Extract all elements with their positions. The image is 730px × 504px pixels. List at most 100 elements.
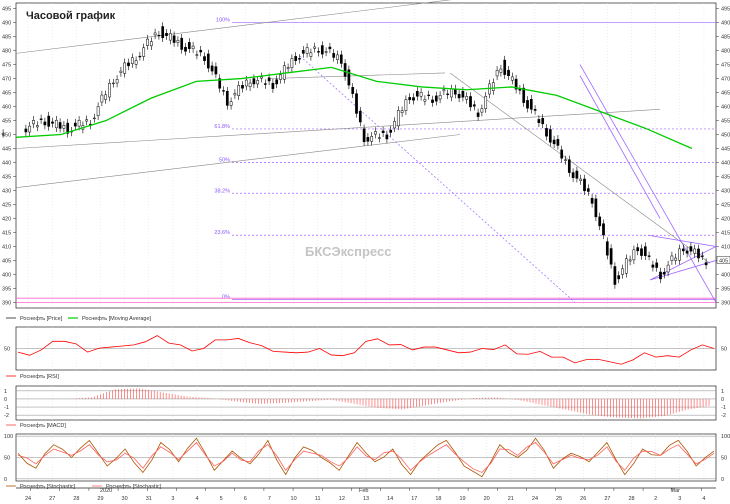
candle-body (351, 87, 355, 94)
candle-body (195, 54, 199, 56)
y-tick-label: 420 (2, 216, 11, 222)
candle-body (461, 90, 465, 98)
candle-body (438, 95, 442, 100)
candle-body (602, 223, 605, 236)
x-tick-label: 11 (315, 496, 321, 502)
y-tick-label: -2 (721, 413, 726, 419)
y-tick-label: 435 (721, 174, 730, 180)
x-tick-label: 19 (459, 496, 465, 502)
candle-body (583, 178, 586, 192)
candle-body (374, 131, 377, 135)
candle-body (434, 95, 438, 102)
candle-body (146, 38, 149, 46)
candle-body (609, 248, 613, 265)
candle-body (472, 104, 476, 107)
fib-level-label: 61.8% (214, 124, 230, 130)
candle-body (389, 129, 393, 133)
candle-body (248, 82, 252, 88)
candle-body (138, 55, 142, 58)
y-tick-label: 465 (2, 91, 11, 97)
candle-body (526, 100, 529, 109)
candle-body (537, 119, 541, 124)
x-tick-label: 27 (604, 496, 610, 502)
y-tick-label: 1 (721, 389, 724, 395)
candle-body (423, 99, 427, 102)
x-tick-label: 28 (73, 496, 79, 502)
candle-body (62, 125, 66, 129)
candle-body (457, 93, 461, 99)
x-tick-label: 31 (146, 496, 152, 502)
x-tick-label: 4 (196, 496, 199, 502)
candle-body (108, 83, 111, 98)
y-tick-label: 425 (721, 202, 730, 208)
candle-body (613, 266, 617, 285)
candle-body (377, 137, 381, 139)
candle-body (32, 119, 35, 125)
candle-body (290, 58, 294, 68)
candle-body (153, 32, 157, 36)
candle-body (640, 248, 643, 256)
candle-body (92, 117, 96, 120)
candle-body (548, 129, 552, 143)
x-tick-label: 5 (220, 496, 223, 502)
legend-label: Роснефть [MACD] (20, 423, 66, 429)
candle-body (58, 122, 62, 129)
y-tick-label: 475 (721, 63, 730, 69)
y-tick-label: 50 (4, 456, 10, 462)
candle-body (256, 80, 260, 85)
candle-body (241, 85, 244, 89)
y-tick-label: -2 (4, 413, 9, 419)
y-tick-label: 415 (721, 230, 730, 236)
candle-body (260, 76, 263, 79)
y-tick-label: 1 (4, 389, 7, 395)
candle-body (560, 149, 564, 159)
legend-label: Роснефть [RSI] (20, 374, 59, 380)
candle-body (507, 69, 510, 77)
y-tick-label: -1 (721, 405, 726, 411)
candle-body (199, 49, 203, 53)
candle-body (465, 96, 469, 100)
candle-body (678, 248, 681, 261)
y-tick-label: 0 (4, 397, 7, 403)
y-tick-label: 420 (721, 216, 730, 222)
candle-body (134, 60, 138, 65)
candle-body (51, 121, 54, 124)
candle-body (233, 93, 237, 96)
candle-body (571, 172, 575, 178)
y-tick-label: 455 (2, 119, 11, 125)
candle-body (685, 250, 689, 254)
y-tick-label: 430 (2, 188, 11, 194)
y-tick-label: 425 (2, 202, 11, 208)
candle-body (191, 45, 195, 49)
y-tick-label: 390 (721, 300, 730, 306)
candle-body (214, 66, 218, 75)
y-tick-label: 50 (4, 347, 10, 353)
y-tick-label: 480 (721, 49, 730, 55)
y-tick-label: 495 (2, 7, 11, 13)
candle-body (396, 110, 400, 127)
legend-label: Роснефть [Stochastic] (20, 484, 76, 490)
y-tick-label: -1 (4, 405, 9, 411)
candle-body (541, 118, 545, 125)
candle-body (636, 247, 640, 252)
fib-level-label: 23.6% (214, 230, 230, 236)
legend-label: Роснефть [Moving Average] (82, 316, 152, 322)
legend-label: Роснефть [Price] (20, 316, 63, 322)
x-tick-label: 24 (25, 496, 31, 502)
candle-body (579, 178, 583, 181)
candle-body (510, 76, 514, 81)
candle-body (704, 262, 708, 266)
candle-body (123, 62, 127, 74)
candle-body (594, 198, 598, 218)
x-tick-label: 4 (702, 496, 705, 502)
candle-body (674, 257, 678, 261)
candle-body (381, 130, 385, 133)
candle-body (104, 94, 108, 100)
candle-body (366, 137, 370, 142)
fib-level-label: 100% (216, 18, 230, 24)
candle-body (35, 125, 39, 128)
trend-line (15, 0, 452, 54)
y-tick-label: 460 (721, 105, 730, 111)
candle-body (165, 33, 168, 36)
candle-body (172, 35, 176, 43)
